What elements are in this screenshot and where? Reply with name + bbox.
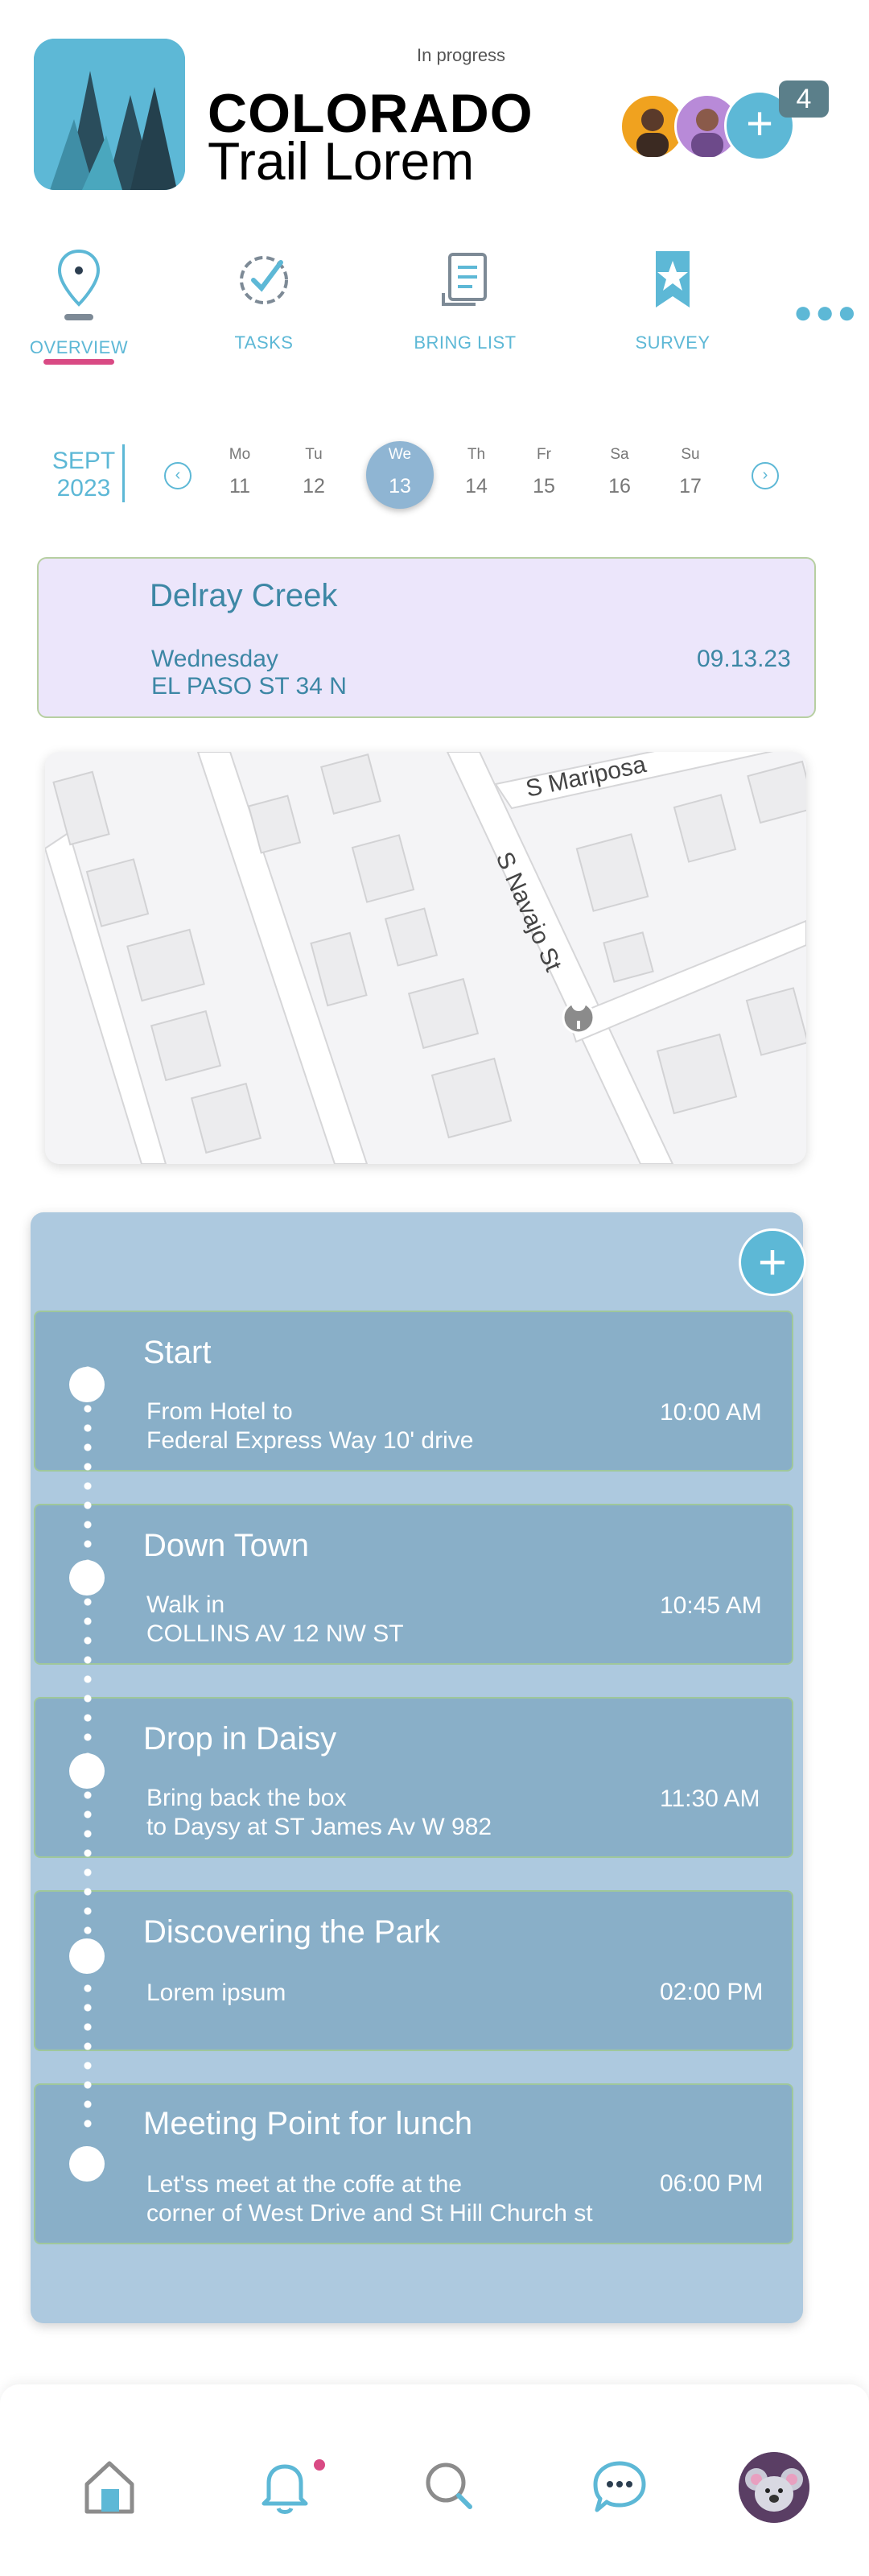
check-circle-icon — [240, 256, 288, 304]
calendar-day[interactable]: Tu 12 — [282, 446, 346, 498]
trip-status: In progress — [417, 45, 506, 65]
stop-description: Bring back the box to Daysy at ST James A… — [146, 1785, 492, 1840]
more-options-icon[interactable]: ●●● — [793, 295, 859, 331]
stop-title: Start — [143, 1335, 212, 1370]
stop-title: Down Town — [143, 1528, 310, 1563]
stop-time: 11:30 AM — [660, 1785, 760, 1812]
timeline-node — [69, 1753, 105, 1789]
destination-weekday: Wednesday — [151, 646, 278, 672]
calendar-day-selected[interactable]: We 13 — [368, 446, 432, 498]
month-divider — [122, 444, 125, 502]
destination-date: 09.13.23 — [697, 646, 791, 672]
search-icon[interactable] — [417, 2454, 481, 2518]
tab-label: OVERVIEW — [29, 337, 129, 357]
calendar-day[interactable]: Su 17 — [658, 446, 723, 498]
trail-app-icon — [34, 39, 185, 190]
stop-title: Drop in Daisy — [143, 1721, 337, 1757]
participant-count-badge: 4 — [779, 80, 829, 118]
profile-avatar[interactable] — [739, 2452, 809, 2523]
tab-label: BRING LIST — [414, 332, 517, 353]
tab-overview[interactable]: OVERVIEW — [6, 248, 151, 358]
calendar-day[interactable]: Th 14 — [444, 446, 509, 498]
stop-title: Discovering the Park — [143, 1914, 441, 1950]
add-stop-button[interactable]: + — [739, 1228, 806, 1296]
timeline-node — [69, 2146, 105, 2182]
route-map[interactable]: S Mariposa S Navajo St — [45, 752, 806, 1164]
stop-time: 10:00 AM — [660, 1399, 762, 1426]
calendar-day[interactable]: Sa 16 — [587, 446, 652, 498]
timeline-node — [69, 1938, 105, 1974]
stop-description: From Hotel to Federal Express Way 10' dri… — [146, 1398, 474, 1454]
location-pin-icon — [57, 249, 101, 320]
tab-label: SURVEY — [635, 332, 710, 353]
timeline-node — [69, 1560, 105, 1596]
timeline-connector — [84, 1360, 92, 2133]
stop-title: Meeting Point for lunch — [143, 2106, 473, 2141]
tab-tasks[interactable]: TASKS — [192, 248, 336, 353]
tab-bring-list[interactable]: BRING LIST — [393, 248, 537, 353]
bell-icon[interactable] — [253, 2454, 317, 2518]
stop-time: 02:00 PM — [660, 1979, 764, 2005]
trip-subtitle: Trail Lorem — [208, 131, 475, 191]
notification-badge — [314, 2459, 325, 2471]
stop-description: Walk in COLLINS AV 12 NW ST — [146, 1591, 404, 1647]
destination-title: Delray Creek — [150, 578, 338, 613]
calendar-day[interactable]: Fr 15 — [512, 446, 576, 498]
calendar-day[interactable]: Mo 11 — [208, 446, 272, 498]
home-icon[interactable] — [77, 2454, 142, 2518]
stop-description: Let'ss meet at the coffe at the corner of… — [146, 2171, 593, 2227]
tab-label: TASKS — [234, 332, 294, 353]
stop-time: 06:00 PM — [660, 2170, 764, 2197]
next-week-button[interactable]: › — [752, 462, 779, 489]
list-document-icon — [442, 253, 487, 306]
previous-week-button[interactable]: ‹ — [164, 462, 192, 489]
star-bookmark-icon — [656, 251, 690, 308]
active-tab-indicator — [43, 359, 114, 365]
destination-address: EL PASO ST 34 N — [151, 673, 347, 700]
chat-icon[interactable] — [587, 2454, 652, 2518]
tab-survey[interactable]: SURVEY — [600, 248, 745, 353]
calendar-month: SEPT 2023 — [51, 448, 116, 502]
stop-description: Lorem ipsum — [146, 1979, 286, 2006]
pine-trees-icon — [34, 39, 185, 190]
stop-time: 10:45 AM — [660, 1592, 762, 1619]
timeline-node — [69, 1367, 105, 1402]
